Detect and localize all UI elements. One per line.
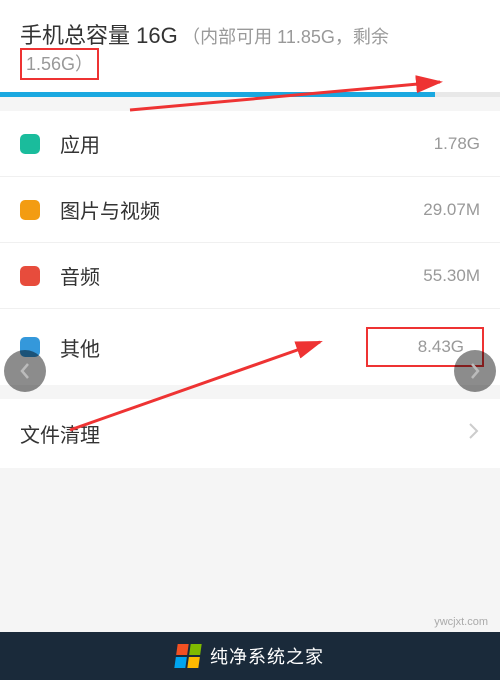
- capacity-detail: （内部可用 11.85G，剩余: [182, 27, 389, 47]
- category-color-icon: [20, 266, 40, 286]
- carousel-prev-button[interactable]: [4, 350, 46, 392]
- category-label: 图片与视频: [60, 195, 423, 224]
- category-color-icon: [20, 134, 40, 154]
- list-item[interactable]: 应用 1.78G: [0, 111, 500, 177]
- remaining-value: 1.56G）: [26, 54, 93, 74]
- storage-header: 手机总容量 16G （内部可用 11.85G，剩余 1.56G）: [0, 0, 500, 92]
- total-capacity: 手机总容量 16G: [20, 23, 178, 48]
- storage-category-list: 应用 1.78G 图片与视频 29.07M 音频 55.30M 其他 8.43G: [0, 111, 500, 385]
- category-value: 29.07M: [423, 200, 480, 220]
- remaining-highlight: 1.56G）: [20, 48, 99, 80]
- file-clean-label: 文件清理: [20, 419, 468, 448]
- chevron-right-icon: [468, 422, 480, 446]
- category-color-icon: [20, 200, 40, 220]
- category-label: 应用: [60, 129, 434, 158]
- category-label: 音频: [60, 261, 423, 290]
- footer-bar: 纯净系统之家: [0, 632, 500, 680]
- list-item[interactable]: 其他 8.43G: [0, 309, 500, 385]
- category-value: 8.43G: [418, 337, 464, 356]
- list-item[interactable]: 音频 55.30M: [0, 243, 500, 309]
- storage-progress-bar: [0, 92, 500, 97]
- brand-logo-icon: [174, 644, 201, 668]
- category-label: 其他: [60, 333, 366, 362]
- category-value: 1.78G: [434, 134, 480, 154]
- progress-fill: [0, 92, 435, 97]
- category-value: 55.30M: [423, 266, 480, 286]
- file-clean-row[interactable]: 文件清理: [0, 399, 500, 468]
- list-item[interactable]: 图片与视频 29.07M: [0, 177, 500, 243]
- watermark-text: ywcjxt.com: [434, 616, 488, 628]
- carousel-next-button[interactable]: [454, 350, 496, 392]
- brand-name: 纯净系统之家: [210, 643, 324, 669]
- file-clean-section: 文件清理: [0, 399, 500, 468]
